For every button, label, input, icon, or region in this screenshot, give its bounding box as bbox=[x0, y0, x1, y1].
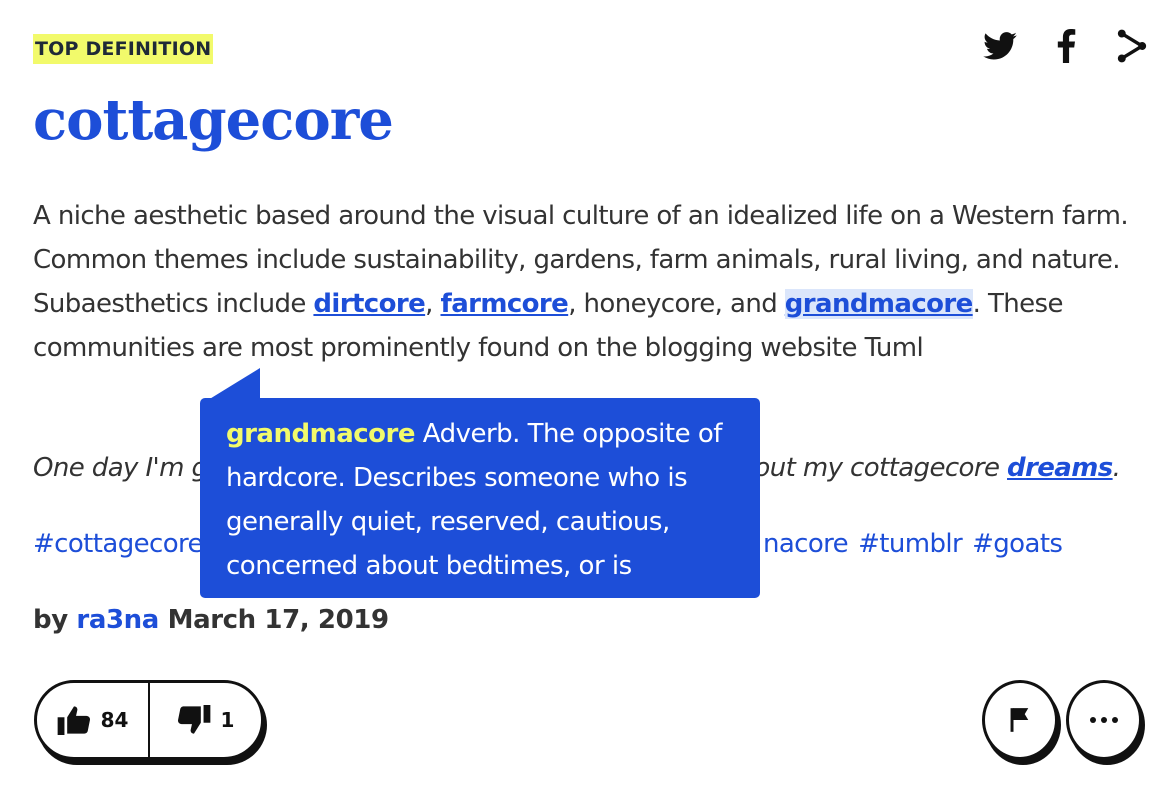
share-icon[interactable] bbox=[1112, 26, 1152, 66]
meaning-text: , bbox=[425, 289, 441, 319]
link-dreams[interactable]: dreams bbox=[1007, 453, 1113, 483]
definition-meaning: A niche aesthetic based around the visua… bbox=[33, 194, 1133, 370]
thumbs-up-icon bbox=[57, 706, 90, 735]
thumbs-down-icon bbox=[177, 705, 210, 734]
author-by: by bbox=[33, 605, 68, 635]
link-grandmacore[interactable]: grandmacore bbox=[784, 289, 973, 319]
facebook-icon[interactable] bbox=[1046, 26, 1086, 66]
definition-tooltip[interactable]: grandmacore Adverb. The opposite of hard… bbox=[200, 398, 760, 598]
author-username[interactable]: ra3na bbox=[76, 605, 159, 635]
share-bar bbox=[980, 26, 1152, 66]
author-line: by ra3na March 17, 2019 bbox=[33, 598, 389, 642]
downvote-count: 1 bbox=[220, 708, 235, 732]
tag-tumblr[interactable]: #tumblr bbox=[858, 529, 963, 559]
meaning-text: , honeycore, and bbox=[568, 289, 785, 319]
tooltip-arrow bbox=[208, 368, 260, 400]
upvote-count: 84 bbox=[100, 708, 129, 732]
example-text: . bbox=[1112, 453, 1121, 483]
vote-group: 84 1 bbox=[34, 680, 264, 760]
more-options-button[interactable] bbox=[1066, 680, 1142, 760]
twitter-icon[interactable] bbox=[980, 26, 1020, 66]
example-text: out my cottagecore bbox=[754, 453, 1008, 483]
flag-button[interactable] bbox=[982, 680, 1058, 760]
author-date: March 17, 2019 bbox=[167, 605, 389, 635]
downvote-button[interactable]: 1 bbox=[150, 683, 261, 757]
tag-grandmacore[interactable]: nacore bbox=[763, 529, 849, 559]
definition-word[interactable]: cottagecore bbox=[33, 80, 394, 160]
flag-icon bbox=[1010, 708, 1029, 732]
upvote-button[interactable]: 84 bbox=[37, 683, 150, 757]
ellipsis-icon bbox=[1090, 717, 1118, 723]
link-farmcore[interactable]: farmcore bbox=[440, 289, 568, 319]
top-definition-badge: TOP DEFINITION bbox=[33, 34, 214, 64]
tag-goats[interactable]: #goats bbox=[972, 529, 1063, 559]
tag-cottagecore[interactable]: #cottagecore bbox=[33, 529, 204, 559]
example-text: One day I'm g bbox=[33, 453, 208, 483]
tooltip-word: grandmacore bbox=[226, 419, 415, 449]
link-dirtcore[interactable]: dirtcore bbox=[313, 289, 425, 319]
